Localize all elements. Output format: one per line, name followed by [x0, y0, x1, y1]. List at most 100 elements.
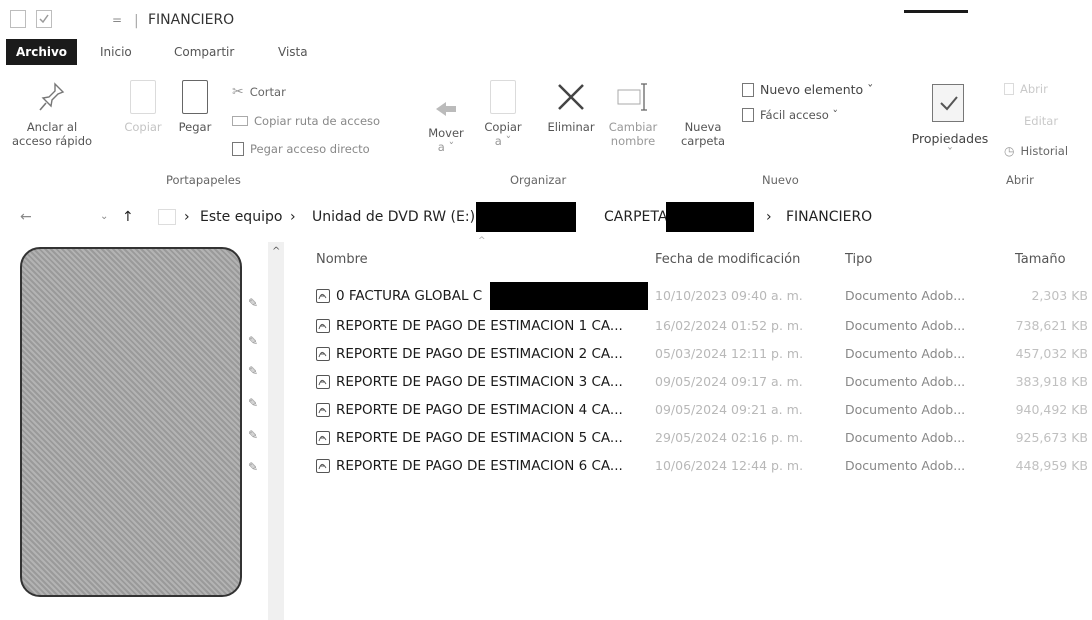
pin-quick-access-button[interactable]: Anclar al acceso rápido: [4, 80, 100, 148]
pdf-file-icon: [316, 431, 330, 445]
delete-label: Eliminar: [547, 120, 595, 134]
copy-label: Copiar: [124, 120, 162, 134]
paste-shortcut-button[interactable]: Pegar acceso directo: [232, 142, 370, 156]
file-type: Documento Adob...: [845, 346, 966, 361]
back-arrow-icon[interactable]: ←: [20, 202, 32, 232]
nav-scrollbar[interactable]: ^: [268, 242, 284, 620]
breadcrumb-chevron: ›: [290, 209, 296, 225]
copy-to-label-line1: Copiar: [484, 120, 522, 134]
tab-vista[interactable]: Vista: [278, 45, 308, 59]
pin-icon: ✎: [248, 334, 259, 348]
pdf-file-icon: [316, 403, 330, 417]
paste-shortcut-icon: [232, 142, 244, 156]
column-header-size[interactable]: Tamaño: [1015, 252, 1066, 267]
file-row[interactable]: REPORTE DE PAGO DE ESTIMACION 5 CA... 29/…: [316, 426, 1092, 452]
file-type: Documento Adob...: [845, 458, 966, 473]
history-button[interactable]: ◷ Historial: [1004, 144, 1068, 158]
column-header-type[interactable]: Tipo: [845, 252, 872, 267]
minimize-button[interactable]: [904, 10, 968, 13]
breadcrumb-este-equipo[interactable]: Este equipo: [200, 202, 282, 232]
folder-icon[interactable]: [10, 10, 26, 28]
file-name: REPORTE DE PAGO DE ESTIMACION 5 CA...: [336, 430, 623, 446]
rename-label-line1: Cambiar: [608, 120, 658, 134]
pin-icon: ✎: [248, 296, 259, 310]
paste-button[interactable]: Pegar: [172, 80, 218, 134]
file-name: REPORTE DE PAGO DE ESTIMACION 6 CA...: [336, 458, 623, 474]
new-folder-label-line1: Nueva: [684, 120, 722, 134]
copy-to-button[interactable]: Copiar a ˇ: [478, 80, 528, 148]
redaction-box: [476, 202, 576, 232]
breadcrumb-financiero[interactable]: FINANCIERO: [786, 202, 872, 232]
new-folder-icon: [690, 80, 716, 114]
file-row[interactable]: REPORTE DE PAGO DE ESTIMACION 2 CA... 05/…: [316, 342, 1092, 368]
cut-button[interactable]: ✂ Cortar: [232, 84, 286, 100]
file-modified-date: 09/05/2024 09:21 a. m.: [655, 402, 803, 417]
up-arrow-icon[interactable]: ↑: [122, 202, 134, 232]
file-modified-date: 16/02/2024 01:52 p. m.: [655, 318, 804, 333]
group-label-portapapeles: Portapapeles: [166, 173, 241, 187]
easy-access-label: Fácil acceso ˇ: [760, 108, 839, 122]
paste-shortcut-label: Pegar acceso directo: [250, 142, 370, 156]
file-type: Documento Adob...: [845, 402, 966, 417]
new-folder-qat-icon[interactable]: [62, 10, 78, 28]
tab-compartir[interactable]: Compartir: [174, 45, 234, 59]
file-modified-date: 09/05/2024 09:17 a. m.: [655, 374, 803, 389]
rename-label-line2: nombre: [610, 134, 656, 148]
breadcrumb-chevron: ›: [184, 209, 190, 225]
pin-icon: ✎: [248, 428, 259, 442]
new-item-button[interactable]: Nuevo elemento ˇ: [742, 82, 873, 97]
file-row[interactable]: REPORTE DE PAGO DE ESTIMACION 4 CA... 09/…: [316, 398, 1092, 424]
column-header-name[interactable]: Nombre: [316, 252, 368, 267]
qat-dropdown-icon[interactable]: =: [112, 13, 122, 27]
file-row[interactable]: 0 FACTURA GLOBAL C 10/10/2023 09:40 a. m.…: [316, 284, 1092, 310]
pin-icon: [37, 80, 67, 114]
delete-button[interactable]: Eliminar: [540, 80, 602, 134]
open-button[interactable]: Abrir: [1004, 82, 1048, 96]
pin-icon: ✎: [248, 460, 259, 474]
tab-inicio[interactable]: Inicio: [100, 45, 132, 59]
copy-path-button[interactable]: Copiar ruta de acceso: [232, 114, 380, 128]
column-header-modified[interactable]: Fecha de modificación: [655, 252, 800, 267]
properties-qat-icon[interactable]: [36, 10, 52, 28]
history-label: Historial: [1020, 144, 1069, 158]
file-row[interactable]: REPORTE DE PAGO DE ESTIMACION 1 CA... 16/…: [316, 314, 1092, 340]
cut-label: Cortar: [249, 85, 286, 99]
scroll-up-icon[interactable]: ^: [272, 246, 280, 257]
copy-path-label: Copiar ruta de acceso: [254, 114, 381, 128]
computer-icon: [158, 209, 176, 225]
file-size: 925,673 KB: [1015, 430, 1088, 445]
rename-button[interactable]: Cambiar nombre: [604, 80, 662, 148]
file-name: REPORTE DE PAGO DE ESTIMACION 4 CA...: [336, 402, 623, 418]
ribbon: Anclar al acceso rápido Copiar Pegar ✂ C…: [0, 68, 1092, 190]
file-row[interactable]: REPORTE DE PAGO DE ESTIMACION 6 CA... 10/…: [316, 454, 1092, 480]
breadcrumb-carpeta[interactable]: CARPETA: [604, 202, 667, 232]
rename-icon: [615, 80, 651, 114]
easy-access-button[interactable]: Fácil acceso ˇ: [742, 108, 838, 122]
properties-button[interactable]: Propiedades ˇ: [904, 84, 996, 160]
new-folder-button[interactable]: Nueva carpeta: [680, 80, 726, 148]
recent-dropdown-icon[interactable]: ⌄: [100, 202, 108, 232]
navigation-pane-redacted: [20, 247, 242, 597]
title-separator: |: [134, 13, 139, 29]
title-bar: = | FINANCIERO: [0, 0, 1092, 38]
edit-label: Editar: [1024, 114, 1059, 128]
file-row[interactable]: REPORTE DE PAGO DE ESTIMACION 3 CA... 09/…: [316, 370, 1092, 396]
clipboard-icon: [182, 80, 208, 114]
file-modified-date: 10/06/2024 12:44 p. m.: [655, 458, 804, 473]
copy-to-label-line2: a ˇ: [494, 134, 512, 148]
file-type: Documento Adob...: [845, 430, 966, 445]
file-size: 383,918 KB: [1015, 374, 1088, 389]
copy-button[interactable]: Copiar: [118, 80, 168, 134]
breadcrumb-chevron: ›: [766, 209, 772, 225]
file-type: Documento Adob...: [845, 374, 966, 389]
new-item-icon: [742, 82, 754, 97]
file-size: 457,032 KB: [1015, 346, 1088, 361]
open-icon: [1004, 83, 1014, 95]
edit-button[interactable]: Editar: [1024, 114, 1058, 128]
move-to-button[interactable]: Mover a ˇ: [426, 98, 466, 154]
file-type: Documento Adob...: [845, 288, 966, 303]
tab-archivo[interactable]: Archivo: [6, 39, 78, 65]
window-title: FINANCIERO: [148, 12, 235, 28]
file-size: 940,492 KB: [1015, 402, 1088, 417]
breadcrumb-dvd-drive[interactable]: Unidad de DVD RW (E:): [312, 202, 475, 232]
